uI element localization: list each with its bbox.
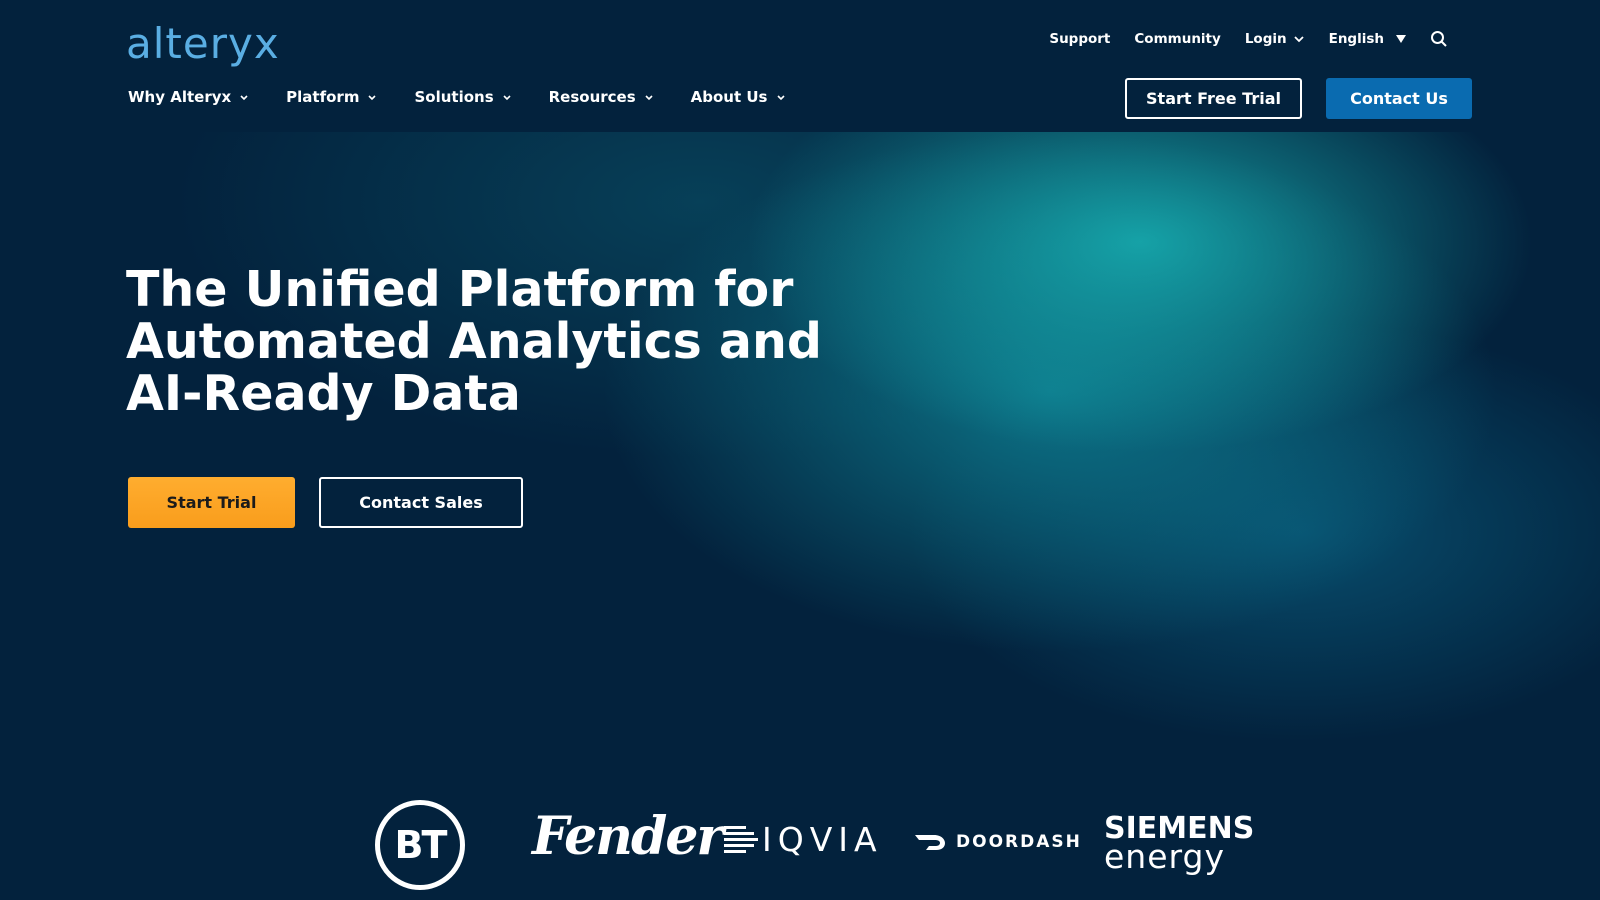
main-nav: Why Alteryx Platform Solutions Resources… <box>128 88 787 106</box>
search-icon <box>1431 31 1447 47</box>
chevron-down-icon <box>1293 36 1304 43</box>
doordash-mark-icon <box>915 835 945 850</box>
search-button[interactable] <box>1430 30 1448 48</box>
caret-down-icon <box>1396 35 1406 43</box>
chevron-down-icon <box>645 95 653 101</box>
nav-label: Resources <box>548 88 636 106</box>
nav-item-solutions[interactable]: Solutions <box>414 88 512 106</box>
community-link[interactable]: Community <box>1134 31 1220 47</box>
bt-logo: BT <box>375 800 465 890</box>
start-trial-button[interactable]: Start Trial <box>128 477 295 528</box>
start-free-trial-button[interactable]: Start Free Trial <box>1125 78 1302 119</box>
nav-label: About Us <box>690 88 768 106</box>
hero-title-line-2: Automated Analytics and <box>126 313 822 370</box>
siemens-energy-logo: SIEMENS energy <box>1104 814 1254 876</box>
support-label: Support <box>1049 31 1111 47</box>
nav-item-about-us[interactable]: About Us <box>691 88 787 106</box>
doordash-wordmark: DOORDASH <box>956 832 1082 852</box>
community-label: Community <box>1134 31 1221 47</box>
login-label: Login <box>1244 31 1287 47</box>
language-selector[interactable]: English <box>1329 31 1406 47</box>
hero-title-line-3: AI-Ready Data <box>126 365 521 422</box>
nav-label: Solutions <box>414 88 494 106</box>
contact-us-button[interactable]: Contact Us <box>1326 78 1472 119</box>
nav-item-platform[interactable]: Platform <box>286 88 378 106</box>
iqvia-logo: IQVIA <box>724 820 883 859</box>
utility-nav: Support Community Login English <box>1049 30 1448 48</box>
chevron-down-icon <box>503 95 511 101</box>
support-link[interactable]: Support <box>1049 31 1110 47</box>
chevron-down-icon <box>368 95 377 101</box>
nav-label: Why Alteryx <box>128 88 232 106</box>
language-label: English <box>1328 31 1384 47</box>
login-menu[interactable]: Login <box>1245 31 1305 47</box>
alteryx-logo[interactable]: alteryx <box>126 18 280 70</box>
chevron-down-icon <box>776 95 785 101</box>
nav-item-resources[interactable]: Resources <box>549 88 655 106</box>
hero-title-line-1: The Unified Platform for <box>126 261 794 318</box>
customer-logos-strip: BT Fender IQVIA DOORDASH SIEMENS energy <box>0 790 1600 900</box>
doordash-logo: DOORDASH <box>914 832 1082 852</box>
fender-logo: Fender <box>532 806 724 867</box>
contact-sales-button[interactable]: Contact Sales <box>319 477 523 528</box>
site-header: alteryx Support Community Login English … <box>0 0 1600 132</box>
iqvia-wordmark: IQVIA <box>762 820 883 859</box>
chevron-down-icon <box>240 95 248 101</box>
hero-title: The Unified Platform for Automated Analy… <box>126 264 826 420</box>
energy-wordmark: energy <box>1104 837 1225 876</box>
nav-item-why-alteryx[interactable]: Why Alteryx <box>128 88 250 106</box>
nav-label: Platform <box>286 88 360 106</box>
iqvia-mark-icon <box>724 826 758 853</box>
